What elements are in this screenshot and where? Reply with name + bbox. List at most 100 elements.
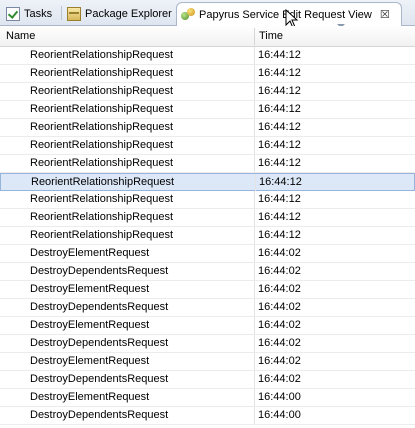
request-time-cell: 16:44:12 <box>259 176 302 188</box>
request-name-cell: DestroyElementRequest <box>30 247 150 259</box>
request-name-cell: ReorientRelationshipRequest <box>30 49 174 61</box>
table-row[interactable]: ReorientRelationshipRequest 16:44:12 <box>0 155 415 173</box>
table-row[interactable]: ReorientRelationshipRequest 16:44:12 <box>0 173 415 191</box>
request-time-cell: 16:44:12 <box>258 139 301 151</box>
column-gridline <box>254 335 255 352</box>
request-name-cell: ReorientRelationshipRequest <box>30 193 174 205</box>
table-row[interactable]: ReorientRelationshipRequest 16:44:12 <box>0 191 415 209</box>
table-row[interactable]: ReorientRelationshipRequest 16:44:12 <box>0 137 415 155</box>
column-gridline <box>254 47 255 64</box>
column-gridline <box>255 174 256 191</box>
request-name-cell: ReorientRelationshipRequest <box>31 176 175 188</box>
table-row[interactable]: DestroyDependentsRequest 16:44:02 <box>0 371 415 389</box>
table-row[interactable]: DestroyDependentsRequest 16:44:02 <box>0 263 415 281</box>
table-row[interactable]: DestroyElementRequest 16:44:02 <box>0 281 415 299</box>
table-row[interactable]: ReorientRelationshipRequest 16:44:12 <box>0 65 415 83</box>
table-row[interactable]: ReorientRelationshipRequest 16:44:12 <box>0 209 415 227</box>
column-gridline <box>254 389 255 406</box>
request-time-cell: 16:44:02 <box>258 283 301 295</box>
request-name-cell: DestroyElementRequest <box>30 319 150 331</box>
request-name-cell: DestroyDependentsRequest <box>30 301 169 313</box>
request-name-cell: ReorientRelationshipRequest <box>30 85 174 97</box>
column-header-time[interactable]: Time <box>259 26 283 47</box>
table-row[interactable]: ReorientRelationshipRequest 16:44:12 <box>0 227 415 245</box>
column-gridline <box>254 155 255 172</box>
request-time-cell: 16:44:12 <box>258 67 301 79</box>
request-name-cell: DestroyElementRequest <box>30 355 150 367</box>
request-name-cell: ReorientRelationshipRequest <box>30 139 174 151</box>
tab-tasks[interactable]: Tasks <box>2 2 56 25</box>
request-time-cell: 16:44:00 <box>258 409 301 421</box>
table-row[interactable]: ReorientRelationshipRequest 16:44:12 <box>0 119 415 137</box>
close-tab-icon[interactable]: ☒ <box>380 8 390 21</box>
request-name-cell: ReorientRelationshipRequest <box>30 67 174 79</box>
request-name-cell: ReorientRelationshipRequest <box>30 211 174 223</box>
column-gridline <box>254 353 255 370</box>
package-explorer-icon <box>67 6 81 21</box>
column-gridline <box>254 191 255 208</box>
request-time-cell: 16:44:12 <box>258 211 301 223</box>
request-time-cell: 16:44:12 <box>258 49 301 61</box>
table-header: Name Time <box>0 26 415 47</box>
edit-request-table: Name Time ReorientRelationshipRequest 16:… <box>0 26 415 425</box>
column-gridline <box>254 137 255 154</box>
request-name-cell: DestroyDependentsRequest <box>30 373 169 385</box>
column-gridline <box>254 209 255 226</box>
request-time-cell: 16:44:02 <box>258 265 301 277</box>
request-name-cell: ReorientRelationshipRequest <box>30 121 174 133</box>
request-name-cell: DestroyDependentsRequest <box>30 337 169 349</box>
table-row[interactable]: ReorientRelationshipRequest 16:44:12 <box>0 101 415 119</box>
column-gridline <box>254 299 255 316</box>
request-time-cell: 16:44:12 <box>258 193 301 205</box>
tab-package-explorer[interactable]: Package Explorer <box>63 2 176 25</box>
column-gridline <box>254 65 255 82</box>
request-name-cell: DestroyDependentsRequest <box>30 409 169 421</box>
request-time-cell: 16:44:02 <box>258 319 301 331</box>
column-gridline <box>254 263 255 280</box>
request-time-cell: 16:44:02 <box>258 373 301 385</box>
table-row[interactable]: DestroyElementRequest 16:44:02 <box>0 353 415 371</box>
request-time-cell: 16:44:12 <box>258 157 301 169</box>
request-time-cell: 16:44:12 <box>258 121 301 133</box>
column-gridline <box>254 371 255 388</box>
tasks-icon <box>6 6 20 21</box>
column-gridline <box>254 317 255 334</box>
table-row[interactable]: DestroyElementRequest 16:44:02 <box>0 317 415 335</box>
request-name-cell: ReorientRelationshipRequest <box>30 157 174 169</box>
table-row[interactable]: DestroyDependentsRequest 16:44:02 <box>0 335 415 353</box>
request-time-cell: 16:44:00 <box>258 391 301 403</box>
papyrus-icon <box>181 7 195 22</box>
table-row[interactable]: DestroyElementRequest 16:44:00 <box>0 389 415 407</box>
column-gridline <box>254 83 255 100</box>
request-name-cell: DestroyDependentsRequest <box>30 265 169 277</box>
request-name-cell: DestroyElementRequest <box>30 391 150 403</box>
request-time-cell: 16:44:12 <box>258 229 301 241</box>
column-gridline <box>254 119 255 136</box>
request-name-cell: DestroyElementRequest <box>30 283 150 295</box>
column-gridline <box>254 227 255 244</box>
request-time-cell: 16:44:12 <box>258 85 301 97</box>
request-time-cell: 16:44:02 <box>258 337 301 349</box>
column-gridline <box>254 407 255 424</box>
table-body: ReorientRelationshipRequest 16:44:12 Reori… <box>0 47 415 425</box>
tab-separator <box>61 6 62 20</box>
column-gridline <box>254 281 255 298</box>
tab-tasks-label: Tasks <box>24 7 53 20</box>
table-row[interactable]: DestroyElementRequest 16:44:02 <box>0 245 415 263</box>
column-gridline <box>254 245 255 262</box>
request-time-cell: 16:44:12 <box>258 103 301 115</box>
table-row[interactable]: ReorientRelationshipRequest 16:44:12 <box>0 47 415 65</box>
column-divider[interactable] <box>254 28 255 45</box>
table-row[interactable]: DestroyDependentsRequest 16:44:02 <box>0 299 415 317</box>
view-tab-bar: Tasks Package Explorer Papyrus Service E… <box>0 0 415 28</box>
request-name-cell: ReorientRelationshipRequest <box>30 229 174 241</box>
request-time-cell: 16:44:02 <box>258 247 301 259</box>
request-time-cell: 16:44:02 <box>258 355 301 367</box>
table-row[interactable]: ReorientRelationshipRequest 16:44:12 <box>0 83 415 101</box>
tab-package-explorer-label: Package Explorer <box>85 7 172 20</box>
table-row[interactable]: DestroyDependentsRequest 16:44:00 <box>0 407 415 425</box>
column-header-name[interactable]: Name <box>6 26 35 47</box>
request-name-cell: ReorientRelationshipRequest <box>30 103 174 115</box>
column-gridline <box>254 101 255 118</box>
request-time-cell: 16:44:02 <box>258 301 301 313</box>
